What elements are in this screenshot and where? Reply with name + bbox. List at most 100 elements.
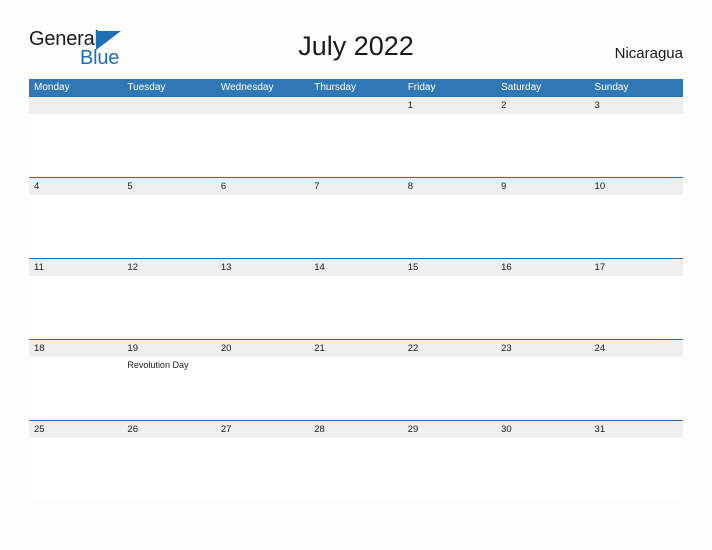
day-number: 3: [594, 100, 600, 111]
day-number: 23: [501, 343, 512, 354]
day-events[interactable]: [216, 276, 309, 338]
day-cell[interactable]: 9: [496, 178, 589, 195]
week-row: 11 12 13 14 15 16 17: [29, 258, 683, 339]
day-events[interactable]: [29, 114, 122, 176]
day-cell[interactable]: 22: [403, 340, 496, 357]
day-events[interactable]: [590, 276, 683, 338]
week-events-band: [29, 114, 683, 176]
day-number: 6: [220, 181, 227, 192]
day-number: 8: [407, 181, 413, 192]
day-cell[interactable]: 31: [590, 421, 683, 438]
day-events[interactable]: [590, 438, 683, 500]
day-cell[interactable]: 17: [590, 259, 683, 276]
day-cell[interactable]: 30: [496, 421, 589, 438]
day-cell[interactable]: [309, 97, 402, 114]
day-cell[interactable]: 10: [590, 178, 683, 195]
day-events[interactable]: [496, 276, 589, 338]
day-events[interactable]: [309, 438, 402, 500]
week-daynumber-band: 1 2 3: [29, 97, 683, 114]
day-events[interactable]: [216, 195, 309, 257]
day-number: 7: [314, 181, 320, 192]
day-number: 16: [501, 262, 512, 273]
day-events[interactable]: [496, 438, 589, 500]
day-cell[interactable]: 14: [309, 259, 402, 276]
calendar-grid: Monday Tuesday Wednesday Thursday Friday…: [29, 79, 683, 501]
day-events[interactable]: [29, 357, 122, 419]
day-events[interactable]: [309, 357, 402, 419]
weekday-header-thursday: Thursday: [314, 82, 356, 93]
weekday-header-sunday: Sunday: [594, 82, 629, 93]
day-cell[interactable]: 13: [216, 259, 309, 276]
week-row: 4 5 6 7 8 9 10: [29, 177, 683, 258]
day-cell[interactable]: 20: [216, 340, 309, 357]
day-cell[interactable]: 18: [29, 340, 122, 357]
day-events[interactable]: [590, 357, 683, 419]
day-number: 10: [594, 181, 606, 192]
day-cell[interactable]: 7: [309, 178, 402, 195]
day-cell[interactable]: 15: [403, 259, 496, 276]
day-cell[interactable]: 25: [29, 421, 122, 438]
week-events-band: [29, 438, 683, 500]
day-events[interactable]: Revolution Day: [122, 357, 215, 419]
day-events[interactable]: [403, 114, 496, 176]
weekday-header-saturday: Saturday: [501, 82, 542, 93]
day-events[interactable]: [496, 357, 589, 419]
day-cell[interactable]: 24: [590, 340, 683, 357]
week-daynumber-band: 4 5 6 7 8 9 10: [29, 178, 683, 195]
day-events[interactable]: [216, 357, 309, 419]
day-number: 5: [127, 181, 133, 192]
day-events[interactable]: [496, 195, 589, 257]
event-label: Revolution Day: [127, 360, 189, 370]
day-cell[interactable]: 5: [122, 178, 215, 195]
day-events[interactable]: [403, 195, 496, 257]
day-number: 22: [407, 343, 419, 354]
day-events[interactable]: [122, 114, 215, 176]
day-cell[interactable]: 29: [403, 421, 496, 438]
day-events[interactable]: [122, 195, 215, 257]
day-cell[interactable]: 21: [309, 340, 402, 357]
day-cell[interactable]: 26: [122, 421, 215, 438]
day-cell[interactable]: 3: [590, 97, 683, 114]
day-events[interactable]: [403, 357, 496, 419]
day-cell[interactable]: 6: [216, 178, 309, 195]
day-events[interactable]: [496, 114, 589, 176]
day-events[interactable]: [122, 276, 215, 338]
day-cell[interactable]: 1: [403, 97, 496, 114]
day-number: 30: [501, 424, 512, 435]
day-events[interactable]: [29, 276, 122, 338]
day-events[interactable]: [309, 114, 402, 176]
day-cell[interactable]: 27: [216, 421, 309, 438]
day-cell[interactable]: 19: [122, 340, 215, 357]
day-cell[interactable]: 16: [496, 259, 589, 276]
week-events-band: [29, 276, 683, 338]
day-cell[interactable]: [216, 97, 309, 114]
day-events[interactable]: [122, 438, 215, 500]
day-cell[interactable]: 11: [29, 259, 122, 276]
day-number: 19: [127, 343, 138, 354]
day-number: 11: [34, 262, 44, 273]
day-events[interactable]: [403, 276, 496, 338]
day-events[interactable]: [590, 195, 683, 257]
day-events[interactable]: [309, 195, 402, 257]
day-events[interactable]: [29, 195, 122, 257]
day-events[interactable]: [216, 438, 309, 500]
day-cell[interactable]: 8: [403, 178, 496, 195]
day-number: 1: [407, 100, 413, 111]
day-cell[interactable]: 4: [29, 178, 122, 195]
day-cell[interactable]: 12: [122, 259, 215, 276]
weekday-header-friday: Friday: [407, 82, 436, 93]
day-cell[interactable]: 23: [496, 340, 589, 357]
weekday-header-wednesday: Wednesday: [220, 82, 274, 93]
weekday-header-monday: Monday: [34, 82, 70, 93]
day-events[interactable]: [403, 438, 496, 500]
day-events[interactable]: [309, 276, 402, 338]
day-number: 26: [127, 424, 138, 435]
day-cell[interactable]: 28: [309, 421, 402, 438]
day-cell[interactable]: 2: [496, 97, 589, 114]
day-events[interactable]: [29, 438, 122, 500]
day-cell[interactable]: [29, 97, 122, 114]
day-number: 17: [594, 262, 606, 273]
day-cell[interactable]: [122, 97, 215, 114]
day-events[interactable]: [590, 114, 683, 176]
day-events[interactable]: [216, 114, 309, 176]
